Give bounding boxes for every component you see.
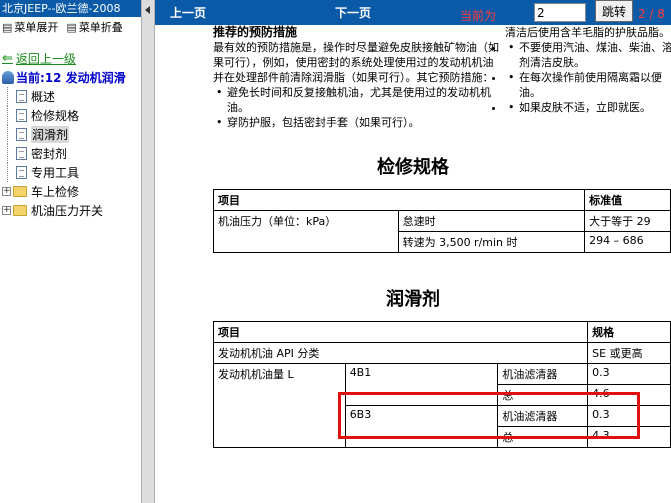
list-item: 如果皮肤不适，立即就医。 xyxy=(505,100,671,115)
right-top-text: 清洁后使用含羊毛脂的护肤品脂。 xyxy=(505,26,670,39)
tree-folder-label: 车上检修 xyxy=(31,185,80,199)
document-icon xyxy=(16,90,27,103)
menu-expand-label: 菜单展开 xyxy=(14,21,59,34)
document-view: 推荐的预防措施 最有效的预防措施是，操作时尽量避免皮肤接触矿物油（如果可行），例… xyxy=(155,25,671,503)
page-number-input[interactable] xyxy=(534,3,586,22)
tree-folder-label: 机油压力开关 xyxy=(31,204,104,218)
list-item: 穿防护服，包括密封手套（如果可行）。 xyxy=(213,115,503,130)
tree-item-label: 密封剂 xyxy=(31,147,68,161)
document-icon xyxy=(16,166,27,179)
spec-section-title: 检修规格 xyxy=(377,157,449,178)
tree-item-overview[interactable]: 概述 xyxy=(0,87,141,106)
tree-item-label: 专用工具 xyxy=(31,166,80,180)
collapse-icon: ▤ xyxy=(66,20,77,34)
current-section: 当前:12 发动机润滑 xyxy=(0,68,141,87)
table-cell: SE 或更高 xyxy=(587,342,671,364)
document-icon xyxy=(16,128,27,141)
folder-icon xyxy=(13,205,27,216)
menu-expand-button[interactable]: ▤ 菜单展开 xyxy=(2,19,58,35)
page-count: 2 / 8 xyxy=(638,7,665,21)
table-cell: 0.3 xyxy=(587,363,671,385)
back-link[interactable]: ⇐ 返回上一级 xyxy=(0,49,141,68)
menu-toolbar: ▤ 菜单展开 ▤ 菜单折叠 xyxy=(0,17,141,37)
list-item: 避免长时间和反复接触机油，尤其是使用过的发动机机油。 xyxy=(213,85,503,115)
table-cell: 规格 xyxy=(587,321,671,343)
table-row: 发动机机油量 L 4B1 机油滤清器 0.3 xyxy=(213,363,671,448)
expand-icon: ▤ xyxy=(2,20,13,34)
app-title: 北京JEEP--欧兰德-2008 xyxy=(0,0,141,17)
menu-collapse-label: 菜单折叠 xyxy=(78,21,123,34)
folder-icon xyxy=(13,186,27,197)
tree-folder-onvehicle[interactable]: + 车上检修 xyxy=(0,182,141,201)
highlight-annotation-box xyxy=(338,392,640,439)
tree-item-sealant[interactable]: 密封剂 xyxy=(0,144,141,163)
expand-plus-icon[interactable]: + xyxy=(2,206,11,215)
nav-tree: ⇐ 返回上一级 当前:12 发动机润滑 概述 检修规格 润滑剂 密封剂 专用工具… xyxy=(0,37,141,220)
lubricant-section-title: 润滑剂 xyxy=(386,289,440,310)
spec-table: 项目 标准值 机油压力（单位：kPa） 怠速时 大于等于 29 转速为 3,50… xyxy=(212,189,671,253)
menu-collapse-button[interactable]: ▤ 菜单折叠 xyxy=(66,19,122,35)
table-row: 机油压力（单位：kPa） 怠速时 大于等于 29 xyxy=(213,210,671,253)
collapse-arrow-icon[interactable] xyxy=(145,6,150,14)
tree-item-label: 概述 xyxy=(31,90,56,104)
table-cell: 转速为 3,500 r/min 时 xyxy=(397,231,586,253)
table-cell: 发动机机油 API 分类 xyxy=(212,342,589,364)
table-cell: 怠速时 xyxy=(397,210,586,232)
table-row: 项目 标准值 xyxy=(212,189,671,211)
tree-item-specs[interactable]: 检修规格 xyxy=(0,106,141,125)
table-cell: 发动机机油量 L xyxy=(213,363,346,448)
goto-button[interactable]: 跳转 xyxy=(595,0,633,22)
table-cell: 机油压力（单位：kPa） xyxy=(213,210,399,253)
page-nav-bar: 上一页 下一页 当前为 跳转 2 / 8 xyxy=(155,0,671,25)
document-icon xyxy=(16,109,27,122)
tree-item-lubricant[interactable]: 润滑剂 xyxy=(0,125,141,144)
current-section-label: 当前:12 发动机润滑 xyxy=(16,71,126,85)
precaution-column: 推荐的预防措施 最有效的预防措施是，操作时尽量避免皮肤接触矿物油（如果可行），例… xyxy=(213,25,503,130)
table-cell: 项目 xyxy=(212,189,586,211)
table-row: 项目 规格 xyxy=(212,321,671,343)
precaution-title: 推荐的预防措施 xyxy=(213,25,298,39)
back-link-label: 返回上一级 xyxy=(15,52,76,66)
computer-icon xyxy=(2,71,14,84)
list-item: 在每次操作前使用隔离霜以便油。 xyxy=(505,70,671,100)
precaution-list-right: 不要使用汽油、煤油、柴油、溶剂清洁皮肤。 在每次操作前使用隔离霜以便油。 如果皮… xyxy=(505,40,671,115)
back-arrow-icon: ⇐ xyxy=(2,51,13,66)
expand-plus-icon[interactable]: + xyxy=(2,187,11,196)
frame-splitter[interactable] xyxy=(141,0,155,503)
precaution-list: 避免长时间和反复接触机油，尤其是使用过的发动机机油。 穿防护服，包括密封手套（如… xyxy=(213,85,503,130)
list-item: 不要使用汽油、煤油、柴油、溶剂清洁皮肤。 xyxy=(505,40,671,70)
table-cell: 标准值 xyxy=(584,189,671,211)
table-cell: 大于等于 29 xyxy=(584,210,671,232)
table-cell: 机油滤清器 xyxy=(497,363,589,385)
prev-page-link[interactable]: 上一页 xyxy=(170,4,206,21)
table-cell: 294 – 686 xyxy=(584,231,671,253)
precaution-text: 最有效的预防措施是，操作时尽量避免皮肤接触矿物油（如果可行），例如，使用密封的系… xyxy=(213,41,499,84)
current-page-label: 当前为 xyxy=(460,9,497,23)
next-page-link[interactable]: 下一页 xyxy=(335,4,371,21)
document-icon xyxy=(16,147,27,160)
table-cell: 项目 xyxy=(212,321,589,343)
tree-item-special-tools[interactable]: 专用工具 xyxy=(0,163,141,182)
precaution-column-right: 清洁后使用含羊毛脂的护肤品脂。 不要使用汽油、煤油、柴油、溶剂清洁皮肤。 在每次… xyxy=(505,25,671,115)
tree-item-label: 润滑剂 xyxy=(31,126,70,143)
tree-item-label: 检修规格 xyxy=(31,109,80,123)
left-tree-frame: 北京JEEP--欧兰德-2008 ▤ 菜单展开 ▤ 菜单折叠 ⇐ 返回上一级 当… xyxy=(0,0,141,503)
tree-folder-oil-pressure-switch[interactable]: + 机油压力开关 xyxy=(0,201,141,220)
table-row: 发动机机油 API 分类 SE 或更高 xyxy=(212,342,671,364)
